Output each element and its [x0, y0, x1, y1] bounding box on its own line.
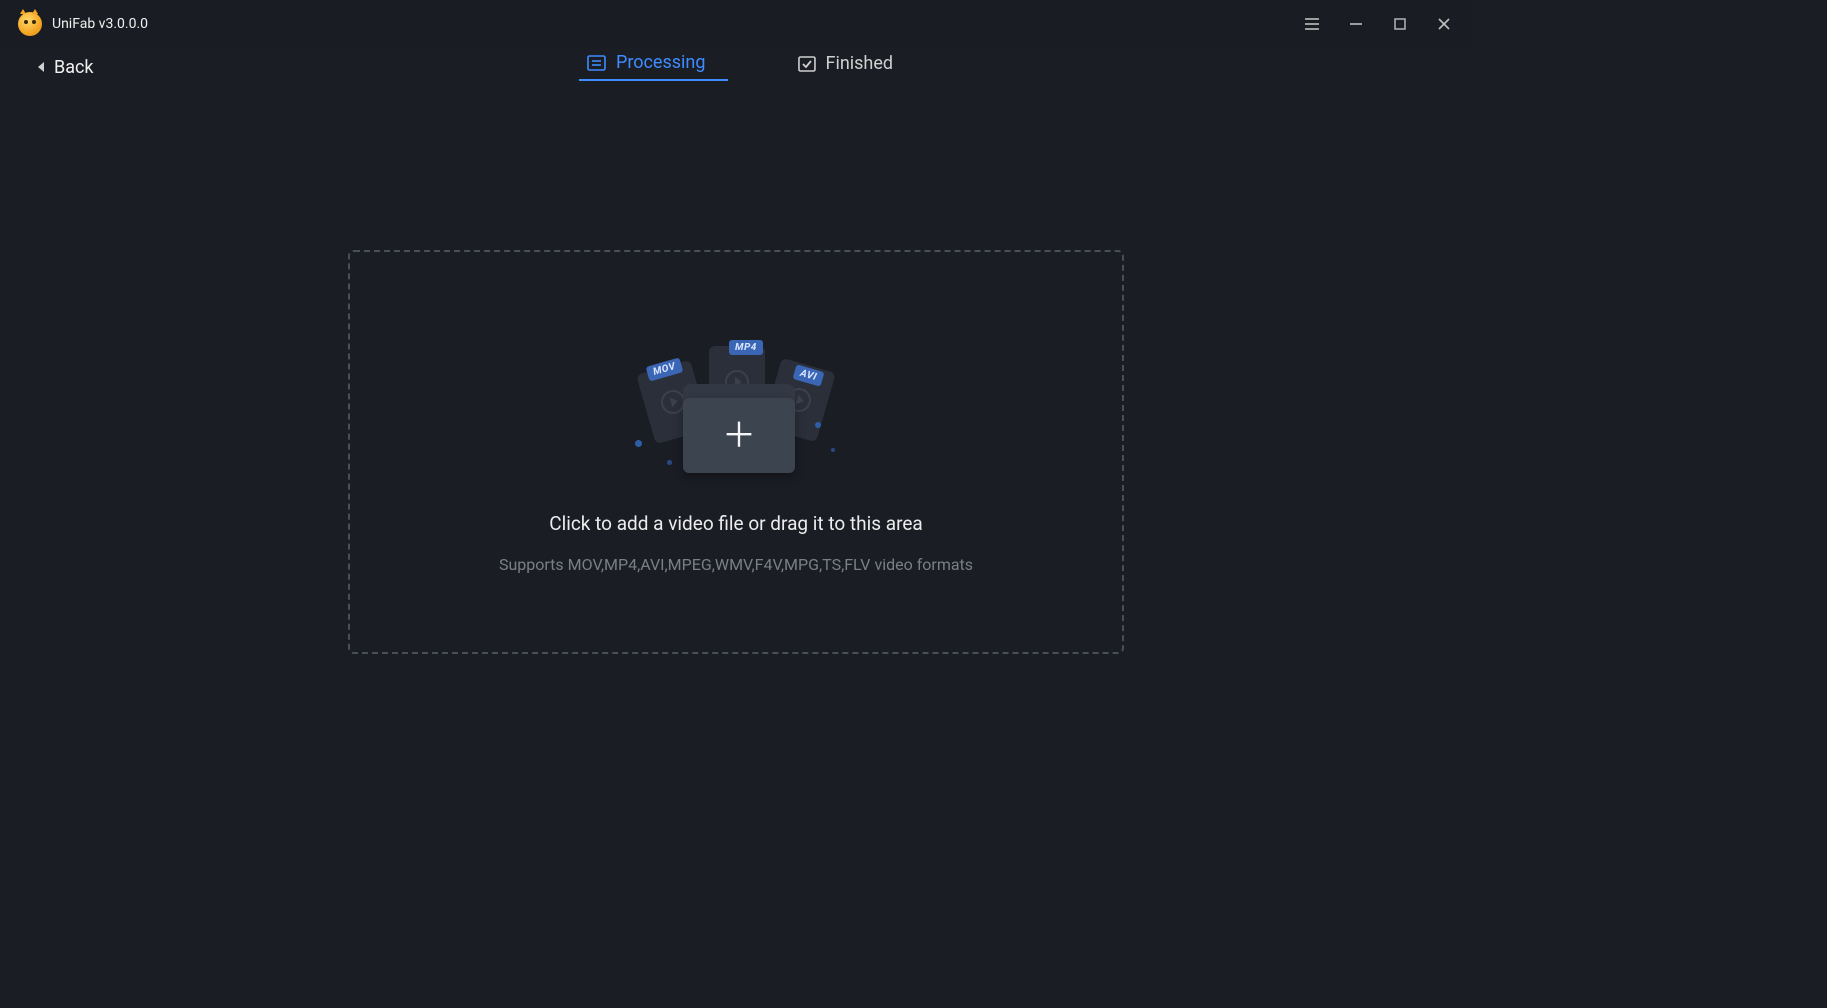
content-area: MOV MP4 AVI ＋ Click to add a video file …: [0, 86, 1472, 654]
title-bar: UniFab v3.0.0.0: [0, 0, 1472, 48]
dropzone[interactable]: MOV MP4 AVI ＋ Click to add a video file …: [348, 250, 1124, 654]
maximize-icon[interactable]: [1390, 14, 1410, 34]
minimize-icon[interactable]: [1346, 14, 1366, 34]
hamburger-menu-icon[interactable]: [1302, 14, 1322, 34]
tab-processing[interactable]: Processing: [579, 52, 728, 81]
app-logo-icon: [18, 12, 42, 36]
tabs: Processing Finished: [579, 52, 893, 81]
close-icon[interactable]: [1434, 14, 1454, 34]
tab-finished[interactable]: Finished: [797, 53, 893, 80]
app-title: UniFab v3.0.0.0: [52, 16, 148, 32]
plus-icon: ＋: [722, 419, 756, 453]
decor-dot: [667, 460, 672, 465]
title-left: UniFab v3.0.0.0: [18, 12, 148, 36]
dropzone-title: Click to add a video file or drag it to …: [549, 512, 923, 535]
window-controls: [1302, 14, 1454, 34]
back-button[interactable]: Back: [38, 57, 94, 78]
format-tag-mp4: MP4: [729, 340, 763, 355]
tab-processing-label: Processing: [616, 52, 706, 73]
finished-icon: [797, 56, 815, 72]
decor-dot: [635, 440, 642, 447]
folder-front-icon: ＋: [683, 398, 795, 473]
processing-icon: [587, 55, 606, 71]
decor-dot: [815, 422, 821, 428]
nav-bar: Back Processing Finished: [0, 48, 1472, 86]
decor-dot: [831, 448, 835, 452]
back-label: Back: [54, 57, 94, 78]
dropzone-subtitle: Supports MOV,MP4,AVI,MPEG,WMV,F4V,MPG,TS…: [499, 555, 973, 574]
back-arrow-icon: [38, 62, 44, 72]
tab-finished-label: Finished: [825, 53, 893, 74]
dropzone-illustration: MOV MP4 AVI ＋: [631, 330, 841, 480]
